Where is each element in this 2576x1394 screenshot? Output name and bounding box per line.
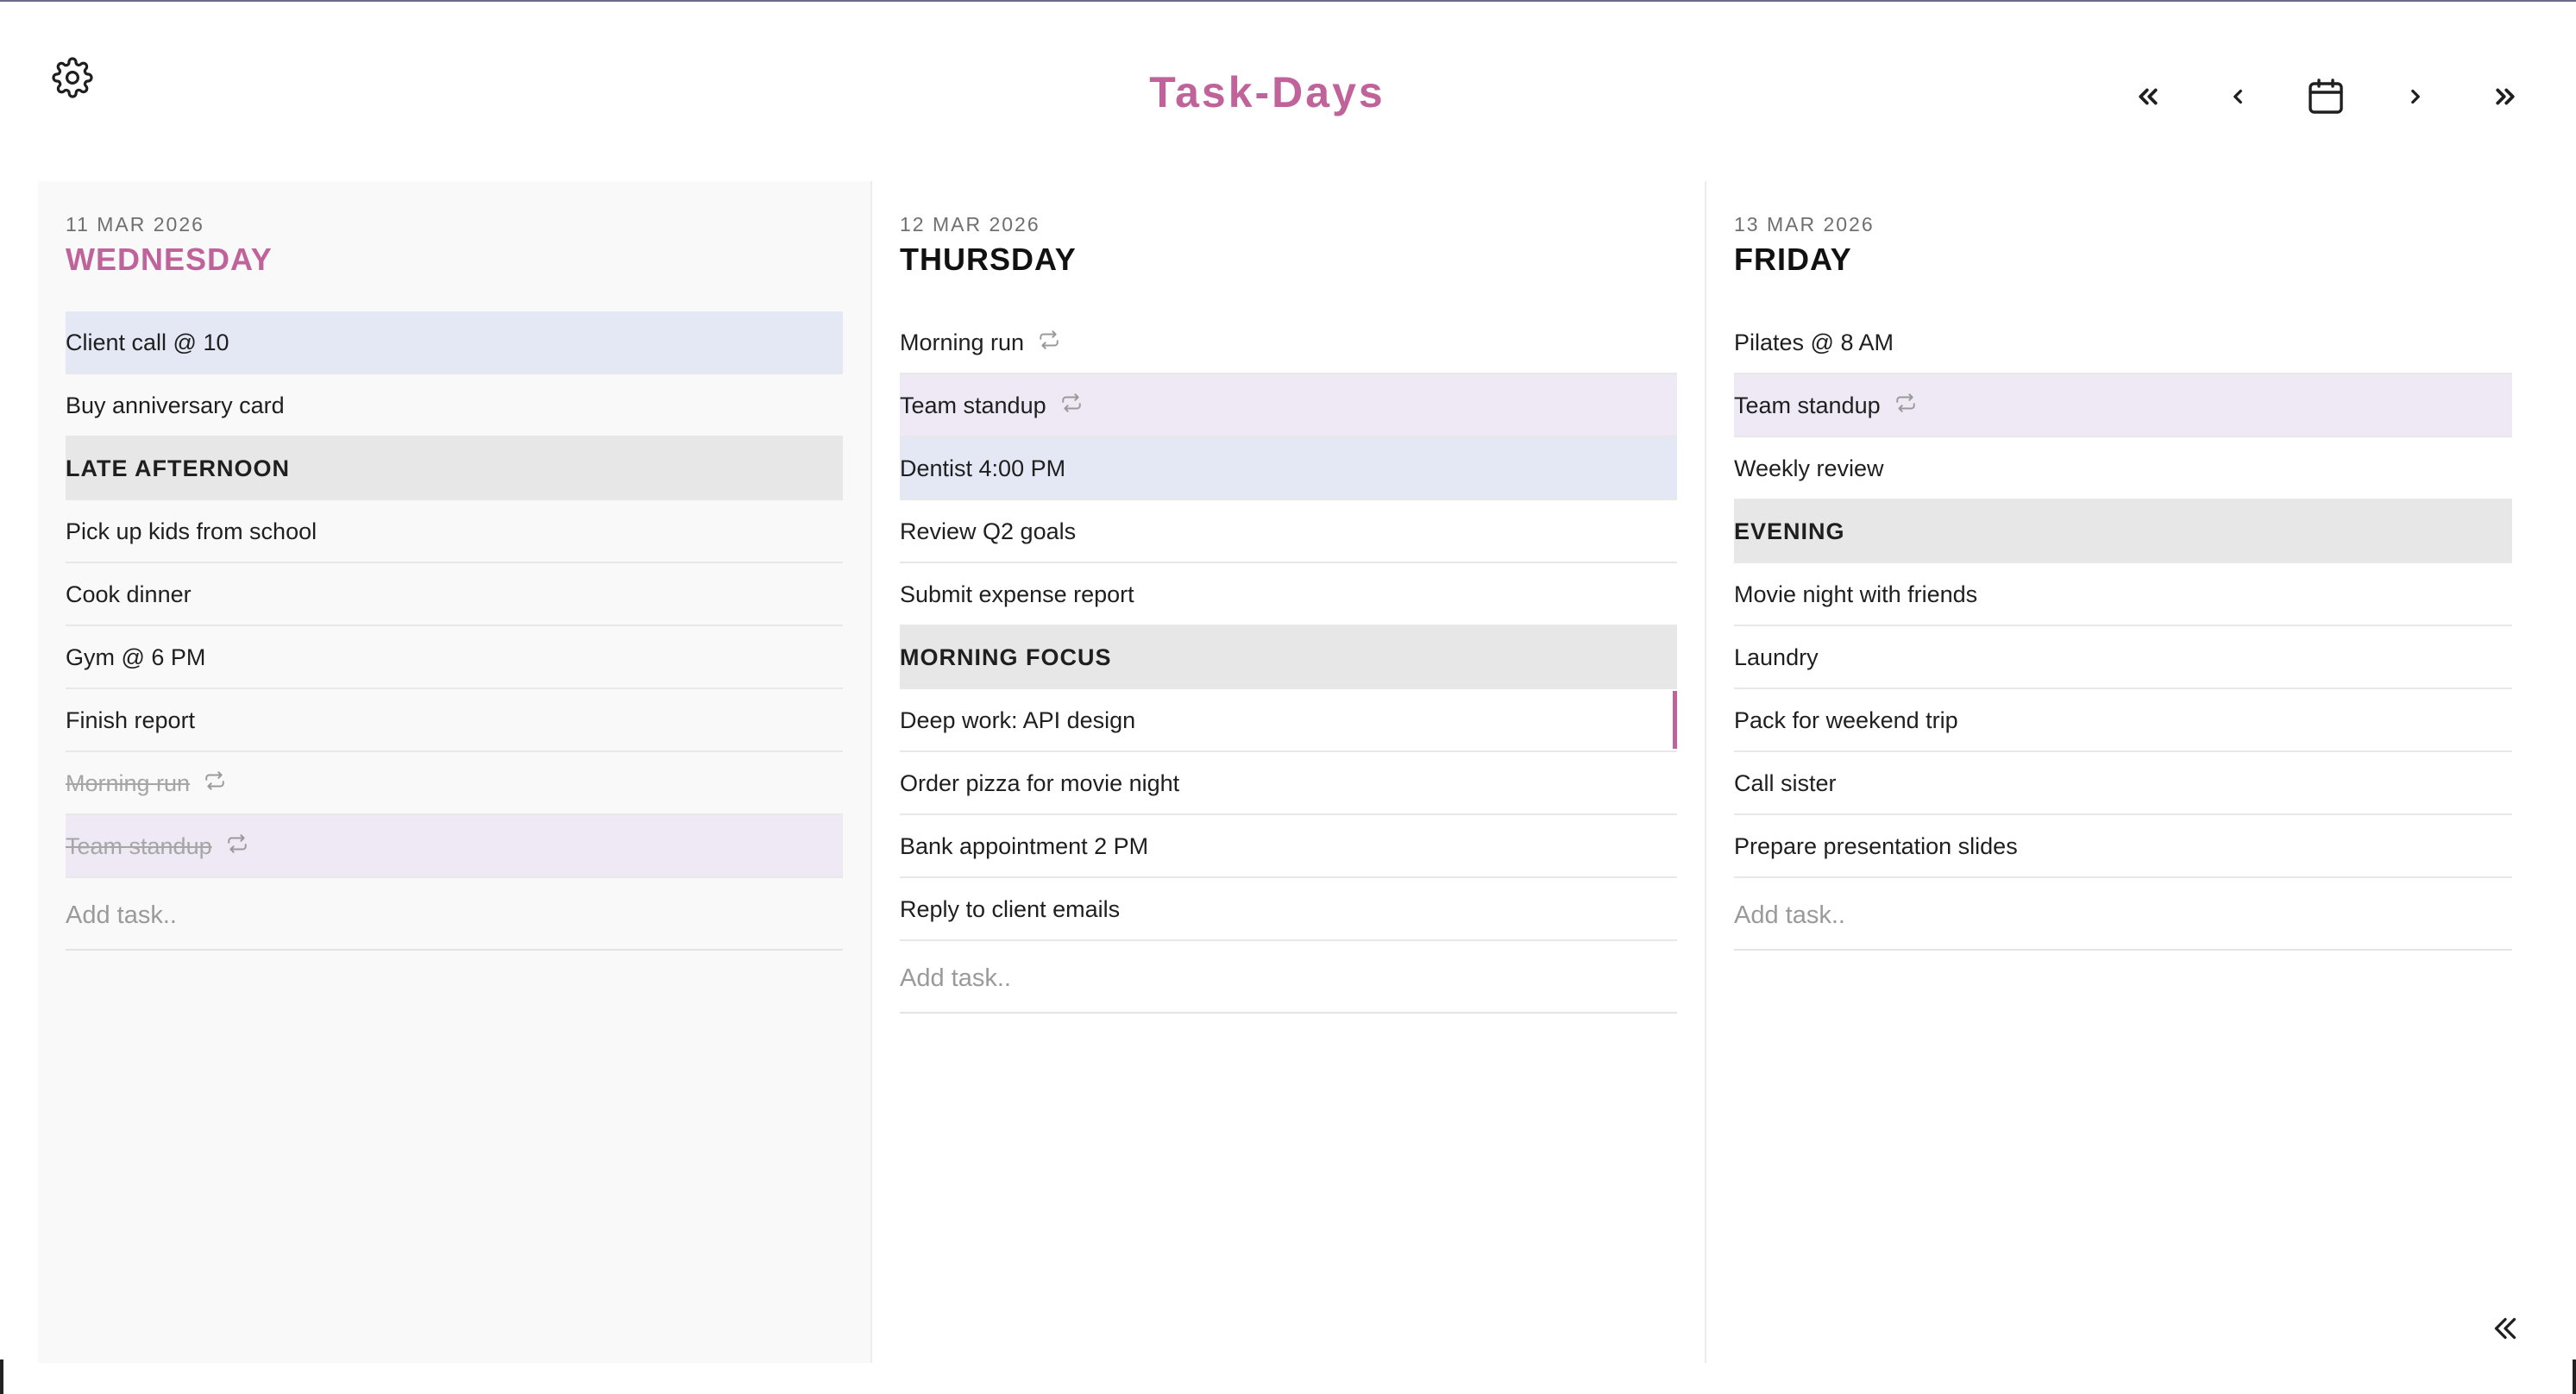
task-label: Deep work: API design <box>900 707 1136 733</box>
task-label: Team standup <box>900 392 1046 418</box>
task-item[interactable]: Pick up kids from school <box>66 500 843 563</box>
last-page-button[interactable] <box>2481 72 2529 121</box>
task-label: Order pizza for movie night <box>900 770 1180 796</box>
chevron-left-icon <box>2234 89 2242 104</box>
task-item[interactable]: Submit expense report <box>900 563 1677 626</box>
task-label: MORNING FOCUS <box>900 644 1112 670</box>
task-list: Pilates @ 8 AM Team standup Weekly review E… <box>1734 311 2512 878</box>
task-item[interactable]: Dentist 4:00 PM <box>900 437 1677 500</box>
task-label: Review Q2 goals <box>900 518 1077 544</box>
task-item[interactable]: Order pizza for movie night <box>900 752 1677 815</box>
day-date: 13 MAR 2026 <box>1734 213 1875 235</box>
task-label: Morning run <box>900 330 1025 355</box>
task-item[interactable]: Morning run <box>66 752 843 815</box>
task-label: Gym @ 6 PM <box>66 644 206 670</box>
task-label: Team standup <box>66 833 212 859</box>
task-item[interactable]: Pack for weekend trip <box>1734 689 2512 752</box>
task-item[interactable]: Team standup <box>66 815 843 878</box>
task-label: Dentist 4:00 PM <box>900 455 1066 481</box>
task-item[interactable]: Buy anniversary card <box>66 374 843 437</box>
task-item[interactable]: Cook dinner <box>66 563 843 626</box>
task-label: Cook dinner <box>66 581 192 607</box>
section-header[interactable]: MORNING FOCUS <box>900 626 1677 689</box>
task-item[interactable]: Weekly review <box>1734 437 2512 500</box>
task-item[interactable]: Reply to client emails <box>900 878 1677 941</box>
double-chevron-left-icon <box>2139 88 2158 105</box>
task-label: LATE AFTERNOON <box>66 455 290 481</box>
task-item[interactable]: Finish report <box>66 689 843 752</box>
task-label: EVENING <box>1734 518 1845 544</box>
chevron-right-icon <box>2411 89 2420 104</box>
day-column: 12 MAR 2026 THURSDAY Morning run Team sta… <box>872 181 1706 1363</box>
task-label: Call sister <box>1734 770 1837 796</box>
task-label: Client call @ 10 <box>66 330 229 355</box>
task-label: Movie night with friends <box>1734 581 1978 607</box>
task-label: Pack for weekend trip <box>1734 707 1958 733</box>
first-page-button[interactable] <box>2124 72 2172 121</box>
task-label: Laundry <box>1734 644 1819 670</box>
task-label: Submit expense report <box>900 581 1134 607</box>
add-task-input[interactable]: Add task.. <box>1734 878 2512 951</box>
task-item[interactable]: Gym @ 6 PM <box>66 626 843 689</box>
day-column: 13 MAR 2026 FRIDAY Pilates @ 8 AM Team st… <box>1706 181 2540 1363</box>
task-item[interactable]: Morning run <box>900 311 1677 374</box>
double-chevron-left-icon <box>2494 1317 2516 1340</box>
repeat-icon <box>226 814 248 877</box>
today-button[interactable] <box>2300 72 2352 121</box>
previous-day-button[interactable] <box>2214 72 2262 121</box>
day-columns: 11 MAR 2026 WEDNESDAY Client call @ 10 Bu… <box>38 181 2540 1363</box>
add-task-input[interactable]: Add task.. <box>900 941 1677 1014</box>
task-item[interactable]: Client call @ 10 <box>66 311 843 374</box>
repeat-icon <box>1060 374 1083 436</box>
task-label: Reply to client emails <box>900 896 1121 922</box>
double-chevron-right-icon <box>2496 88 2515 105</box>
add-task-input[interactable]: Add task.. <box>66 878 843 951</box>
task-label: Buy anniversary card <box>66 392 285 418</box>
task-list: Client call @ 10 Buy anniversary card LATE… <box>66 311 843 878</box>
task-label: Morning run <box>66 770 191 796</box>
task-label: Bank appointment 2 PM <box>900 833 1149 859</box>
next-day-button[interactable] <box>2391 72 2440 121</box>
task-item[interactable]: Bank appointment 2 PM <box>900 815 1677 878</box>
window-edge <box>2573 1359 2576 1394</box>
header: Task-Days <box>0 0 2576 181</box>
task-list: Morning run Team standup Dentist 4:00 PM Re… <box>900 311 1677 941</box>
section-header[interactable]: LATE AFTERNOON <box>66 437 843 500</box>
repeat-icon <box>1894 374 1917 436</box>
task-item[interactable]: Movie night with friends <box>1734 563 2512 626</box>
calendar-icon <box>2309 78 2343 114</box>
day-name: FRIDAY <box>1734 242 1852 277</box>
day-name: WEDNESDAY <box>66 242 273 277</box>
task-item[interactable]: Team standup <box>900 374 1677 437</box>
repeat-icon <box>204 751 226 814</box>
task-item[interactable]: Pilates @ 8 AM <box>1734 311 2512 374</box>
task-label: Team standup <box>1734 392 1881 418</box>
task-item[interactable]: Prepare presentation slides <box>1734 815 2512 878</box>
day-name: THURSDAY <box>900 242 1077 277</box>
day-date: 12 MAR 2026 <box>900 213 1040 235</box>
section-header[interactable]: EVENING <box>1734 500 2512 563</box>
task-item[interactable]: Laundry <box>1734 626 2512 689</box>
task-label: Prepare presentation slides <box>1734 833 2018 859</box>
task-label: Pilates @ 8 AM <box>1734 330 1894 355</box>
repeat-icon <box>1038 311 1060 374</box>
day-date: 11 MAR 2026 <box>66 213 204 235</box>
task-label: Weekly review <box>1734 455 1884 481</box>
task-item[interactable]: Deep work: API design <box>900 689 1677 752</box>
task-label: Finish report <box>66 707 196 733</box>
task-item[interactable]: Review Q2 goals <box>900 500 1677 563</box>
day-column: 11 MAR 2026 WEDNESDAY Client call @ 10 Bu… <box>38 181 872 1363</box>
task-item[interactable]: Team standup <box>1734 374 2512 437</box>
collapse-button[interactable] <box>2481 1304 2529 1353</box>
task-label: Pick up kids from school <box>66 518 317 544</box>
task-item[interactable]: Call sister <box>1734 752 2512 815</box>
window-edge <box>0 1359 3 1394</box>
